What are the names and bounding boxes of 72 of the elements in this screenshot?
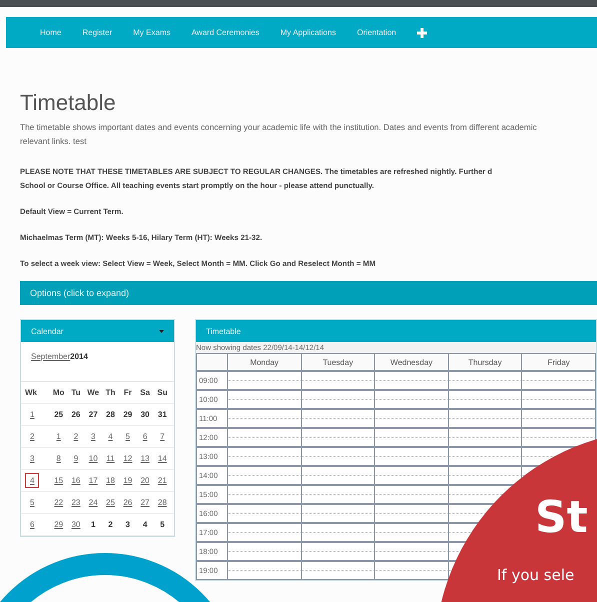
day-column-header: Thursday — [448, 354, 522, 371]
day-link[interactable]: 10 — [88, 454, 98, 463]
day-link[interactable]: 16 — [71, 476, 80, 485]
panel-title: Calendar — [31, 326, 64, 336]
weekday-header: Mo — [52, 388, 66, 397]
day-number: 29 — [123, 410, 132, 419]
day-number: 31 — [158, 410, 167, 419]
page-title: Timetable — [20, 91, 117, 115]
weekday-header: Tu — [70, 388, 82, 397]
day-link[interactable]: 8 — [56, 454, 61, 463]
day-link[interactable]: 11 — [106, 454, 115, 463]
caret-icon[interactable] — [159, 330, 164, 332]
day-link[interactable]: 2 — [74, 432, 78, 441]
weekday-header: Th — [104, 388, 116, 397]
day-link[interactable]: 20 — [140, 476, 150, 485]
day-link[interactable]: 14 — [158, 454, 167, 463]
week-link[interactable]: 5 — [25, 495, 40, 510]
day-link[interactable]: 23 — [71, 498, 80, 507]
day-number: 2 — [108, 520, 113, 529]
month-link[interactable]: September — [31, 352, 70, 361]
day-link[interactable]: 1 — [56, 432, 61, 441]
intro-text: relevant links. test — [20, 135, 88, 148]
day-link[interactable]: 6 — [142, 432, 148, 441]
day-number: 28 — [106, 410, 115, 419]
day-number: 27 — [88, 410, 98, 419]
week-link[interactable]: 6 — [25, 517, 40, 532]
plus-icon[interactable] — [417, 28, 428, 38]
day-link[interactable]: 26 — [123, 498, 132, 507]
weekday-header: Fr — [122, 388, 133, 397]
day-number: 25 — [54, 410, 64, 419]
day-link[interactable]: 13 — [140, 454, 150, 463]
year-label: 2014 — [70, 352, 88, 361]
day-number: 3 — [126, 520, 130, 529]
day-link[interactable]: 5 — [126, 432, 130, 441]
day-link[interactable]: 22 — [54, 498, 64, 507]
day-column-header: Monday — [228, 354, 302, 371]
weekday-header: We — [86, 388, 100, 397]
day-link[interactable]: 17 — [88, 476, 98, 485]
day-link[interactable]: 28 — [158, 498, 167, 507]
weekday-header: Su — [156, 388, 168, 397]
week-link[interactable]: 3 — [25, 451, 40, 466]
day-number: 30 — [140, 410, 150, 419]
day-link[interactable]: 12 — [123, 454, 132, 463]
week-link[interactable]: 4 — [25, 473, 40, 488]
day-number: 1 — [90, 520, 96, 529]
day-link[interactable]: 30 — [71, 520, 80, 529]
day-column-header: Tuesday — [301, 354, 375, 371]
day-link[interactable]: 9 — [74, 454, 78, 463]
day-link[interactable]: 18 — [106, 476, 115, 485]
week-link[interactable]: 2 — [25, 429, 40, 444]
weekday-header: Wk — [24, 388, 38, 397]
day-link[interactable]: 24 — [88, 498, 98, 507]
day-link[interactable]: 29 — [54, 520, 64, 529]
day-link[interactable]: 25 — [106, 498, 115, 507]
day-link[interactable]: 21 — [158, 476, 167, 485]
day-number: 26 — [71, 410, 80, 419]
day-link[interactable]: 7 — [160, 432, 165, 441]
day-link[interactable]: 27 — [140, 498, 150, 507]
day-number: 5 — [160, 520, 165, 529]
day-column-header: Friday — [522, 354, 596, 371]
weekday-header: Sa — [139, 388, 151, 397]
day-link[interactable]: 3 — [90, 432, 96, 441]
panel-title: Timetable — [206, 326, 241, 336]
intro-text: The timetable shows important dates and events concerning your academic life with the institution. Dates and events from different academic — [20, 121, 538, 134]
day-link[interactable]: 4 — [108, 432, 113, 441]
day-link[interactable]: 19 — [123, 476, 132, 485]
day-column-header: Wednesday — [374, 354, 448, 371]
day-number: 4 — [142, 520, 148, 529]
overlay-heading: St — [535, 492, 588, 543]
overlay-text: If you sele — [497, 566, 574, 584]
week-link[interactable]: 1 — [25, 407, 40, 422]
day-link[interactable]: 15 — [54, 476, 64, 485]
